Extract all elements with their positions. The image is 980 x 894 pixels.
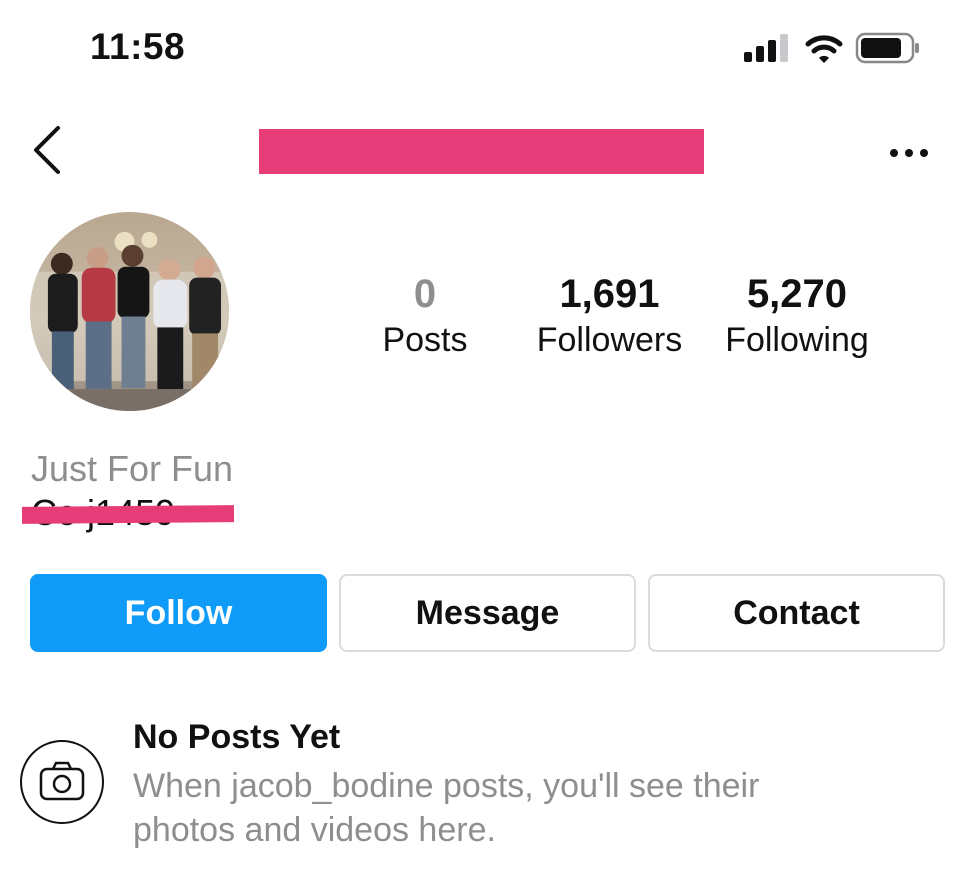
- stat-followers[interactable]: 1,691 Followers: [527, 272, 692, 360]
- stat-posts[interactable]: 0 Posts: [365, 272, 485, 360]
- status-time: 11:58: [90, 26, 186, 67]
- message-button[interactable]: Message: [339, 574, 636, 652]
- bio-name: Just For Fun: [31, 448, 234, 489]
- empty-state-message-line1: When jacob_bodine posts, you'll see thei…: [133, 767, 760, 805]
- cellular-signal-icon: [744, 34, 788, 62]
- posts-count: 0: [413, 272, 437, 316]
- stat-following[interactable]: 5,270 Following: [712, 272, 882, 360]
- empty-state-message-line2: photos and videos here.: [133, 811, 496, 849]
- profile-avatar[interactable]: [30, 212, 229, 411]
- back-button[interactable]: [26, 122, 70, 178]
- contact-button[interactable]: Contact: [648, 574, 945, 652]
- more-options-button[interactable]: [884, 138, 934, 168]
- status-icons: [744, 32, 919, 64]
- following-label: Following: [725, 321, 869, 359]
- bio-redaction: [21, 505, 235, 524]
- more-dots-icon: [890, 149, 928, 157]
- empty-state-message: When jacob_bodine posts, you'll see thei…: [133, 764, 913, 852]
- empty-state-title: No Posts Yet: [133, 718, 341, 756]
- battery-icon: [855, 32, 919, 64]
- followers-count: 1,691: [559, 272, 660, 316]
- camera-icon-circle: [20, 740, 104, 824]
- following-count: 5,270: [746, 272, 848, 316]
- wifi-icon: [805, 35, 843, 63]
- posts-label: Posts: [382, 321, 468, 359]
- follow-button[interactable]: Follow: [30, 574, 327, 652]
- username-redaction: [259, 129, 704, 174]
- followers-label: Followers: [536, 321, 683, 359]
- chevron-left-icon: [34, 126, 60, 174]
- camera-icon: [39, 761, 85, 801]
